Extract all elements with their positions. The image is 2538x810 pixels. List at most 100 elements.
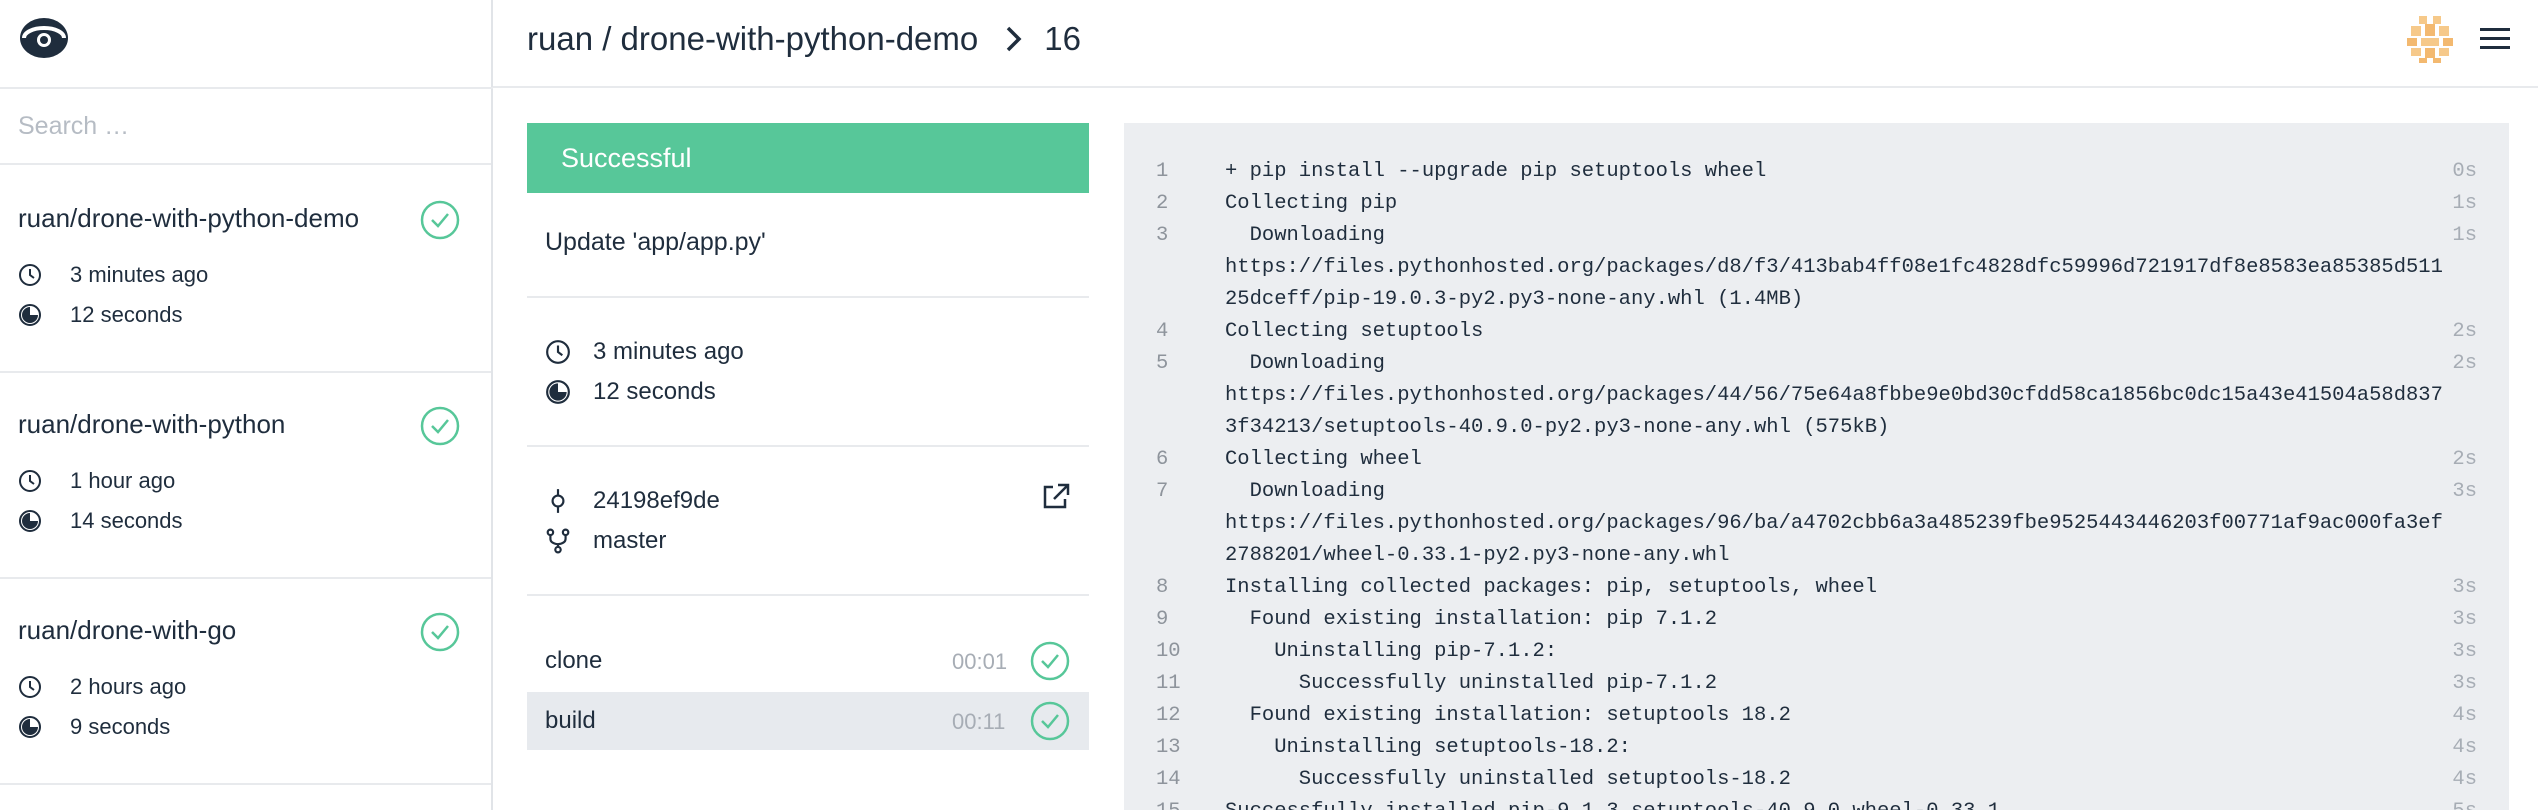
log-line-time: 1s [2452,192,2477,215]
step-build[interactable]: build 00:11 [527,692,1089,750]
step-duration: 00:11 [952,709,1006,734]
chevron-right-icon [1007,26,1022,52]
repo-duration: 14 seconds [18,508,183,534]
log-line-text: Uninstalling setuptools-18.2: [1225,736,1631,759]
branch-label: master [593,527,667,554]
drone-logo-icon[interactable] [18,16,70,60]
clock-icon [546,340,570,364]
external-link-icon[interactable] [1041,482,1071,512]
repo-duration-label: 14 seconds [70,508,183,533]
log-line-time: 2s [2452,352,2477,375]
log-line-text: Collecting setuptools [1225,320,1484,343]
log-line-text: 2788201/wheel-0.33.1-py2.py3-none-any.wh… [1225,544,1730,567]
avatar[interactable] [2403,12,2457,66]
log-line-text: Found existing installation: pip 7.1.2 [1225,608,1718,631]
branch: master [545,527,666,555]
log-line-text: Successfully installed pip-9.1.3 setupto… [1225,800,2000,810]
log-line-text: https://files.pythonhosted.org/packages/… [1225,384,2443,407]
repo-time: 3 minutes ago [18,262,208,288]
repo-time: 1 hour ago [18,468,175,494]
divider [527,594,1089,596]
step-clone[interactable]: clone 00:01 [527,632,1089,690]
step-duration: 00:01 [952,649,1008,674]
log-line-text: Successfully uninstalled setuptools-18.2 [1225,768,1791,791]
log-line-time: 4s [2452,768,2477,791]
check-circle-icon [1030,701,1070,741]
divider [527,445,1089,447]
log-line-time: 3s [2452,576,2477,599]
repo-time: 2 hours ago [18,674,186,700]
log-line-text: Downloading [1225,352,1385,375]
log-line-number: 5 [1156,352,1169,375]
log-line-time: 2s [2452,448,2477,471]
log-line-number: 3 [1156,224,1169,247]
repo-name: ruan/drone-with-python-demo [18,203,360,233]
log-line-number: 4 [1156,320,1169,343]
build-log[interactable]: 1 + pip install --upgrade pip setuptools … [1124,123,2509,810]
log-line-number: 6 [1156,448,1169,471]
log-line-time: 3s [2452,640,2477,663]
branch-icon [546,528,570,554]
duration-icon [546,380,570,404]
search-input[interactable] [0,89,491,163]
check-circle-icon [420,406,460,446]
log-line-text: https://files.pythonhosted.org/packages/… [1225,256,2443,279]
repo-time-label: 3 minutes ago [70,262,209,287]
repo-item-drone-with-python-demo[interactable]: ruan/drone-with-python-demo 3 minutes ag… [0,167,491,373]
check-circle-icon [420,612,460,652]
log-line-number: 12 [1156,704,1181,727]
build-time: 3 minutes ago [545,338,744,366]
commit-message: Update 'app/app.py' [545,228,766,256]
duration-icon [19,304,41,326]
duration-icon [19,716,41,738]
log-line-text: Uninstalling pip-7.1.2: [1225,640,1558,663]
log-line-time: 4s [2452,736,2477,759]
log-line-time: 1s [2452,224,2477,247]
log-line-text: Downloading [1225,224,1385,247]
log-line-text: Installing collected packages: pip, setu… [1225,576,1878,599]
log-line-number: 10 [1156,640,1181,663]
repo-time-label: 2 hours ago [70,674,187,699]
log-line-text: 3f34213/setuptools-40.9.0-py2.py3-none-a… [1225,416,1890,439]
commit-sha-label: 24198ef9de [593,487,720,514]
log-line-text: Successfully uninstalled pip-7.1.2 [1225,672,1718,695]
hamburger-menu-icon[interactable] [2478,24,2512,54]
log-line-text: Collecting pip [1225,192,1398,215]
log-line-text: Found existing installation: setuptools … [1225,704,1791,727]
commit-icon [551,489,565,513]
breadcrumb-repo[interactable]: ruan / drone-with-python-demo [527,20,978,58]
commit-sha: 24198ef9de [545,487,720,515]
build-duration: 12 seconds [545,378,716,406]
log-line-text: Collecting wheel [1225,448,1422,471]
build-time-label: 3 minutes ago [593,338,744,365]
log-line-number: 9 [1156,608,1169,631]
search-box [0,89,491,165]
log-line-time: 0s [2452,160,2477,183]
sidebar: ruan/drone-with-python-demo 3 minutes ag… [0,0,493,810]
repo-item-drone-with-python[interactable]: ruan/drone-with-python 1 hour ago 14 sec… [0,373,491,579]
log-line-time: 2s [2452,320,2477,343]
step-name: clone [545,647,603,674]
repo-duration: 9 seconds [18,714,170,740]
log-line-time: 5s [2452,800,2477,810]
breadcrumb: ruan / drone-with-python-demo 16 [527,20,1081,58]
breadcrumb-build-number: 16 [1044,20,1081,57]
clock-icon [19,470,41,492]
log-line-number: 2 [1156,192,1169,215]
step-name: build [545,707,596,734]
repo-duration: 12 seconds [18,302,183,328]
repo-name: ruan/drone-with-go [18,615,237,645]
repo-item-drone-with-go[interactable]: ruan/drone-with-go 2 hours ago 9 seconds [0,579,491,785]
repo-duration-label: 12 seconds [70,302,183,327]
check-circle-icon [1030,641,1070,681]
duration-icon [19,510,41,532]
log-line-time: 3s [2452,608,2477,631]
log-line-number: 8 [1156,576,1169,599]
log-line-number: 1 [1156,160,1169,183]
log-line-number: 7 [1156,480,1169,503]
repo-duration-label: 9 seconds [70,714,171,739]
log-line-number: 14 [1156,768,1181,791]
log-line-number: 11 [1156,672,1181,695]
status-banner: Successful [527,123,1089,193]
log-line-number: 13 [1156,736,1181,759]
